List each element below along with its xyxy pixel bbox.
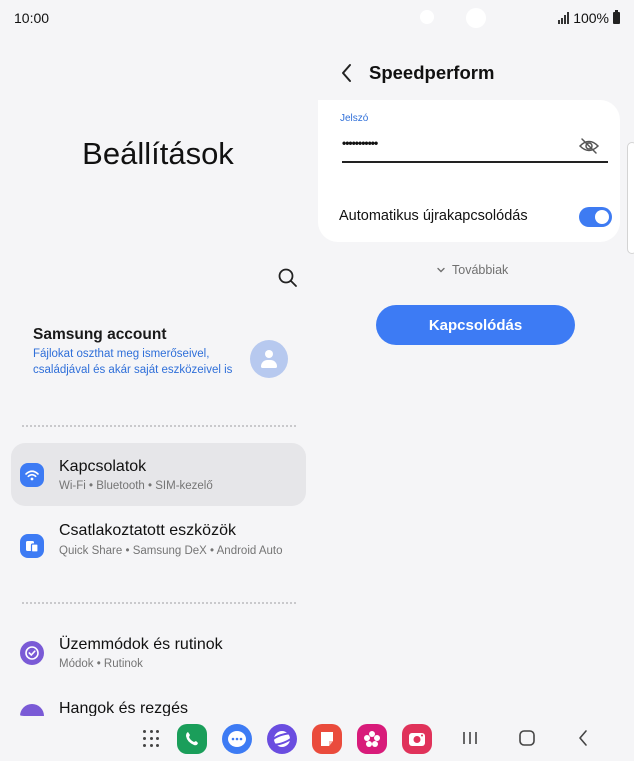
network-settings-card: Jelszó ••••••••••• Automatikus újrakapcs… (318, 100, 620, 242)
internet-icon[interactable] (267, 724, 297, 754)
account-name: Samsung account (33, 326, 167, 343)
camera-dot (420, 10, 434, 24)
item-title: Kapcsolatok (59, 458, 147, 475)
battery-icon (613, 10, 620, 24)
modes-icon (20, 641, 44, 665)
item-title: Hangok és rezgés (59, 700, 188, 716)
item-subtitle: Módok • Rutinok (59, 658, 143, 670)
auto-reconnect-label: Automatikus újrakapcsolódás (339, 208, 528, 224)
divider (22, 425, 296, 427)
back-nav-icon[interactable] (575, 728, 591, 748)
status-bar: 10:00 100% (0, 0, 634, 36)
notes-icon[interactable] (312, 724, 342, 754)
account-description: Fájlokat oszthat meg ismerőseivel, csalá… (33, 348, 233, 376)
phone-icon[interactable] (177, 724, 207, 754)
devices-icon (20, 534, 44, 558)
search-icon[interactable] (276, 266, 300, 290)
sound-icon (20, 704, 44, 716)
back-arrow-icon[interactable] (338, 62, 356, 84)
more-options-label: Továbbiak (452, 263, 509, 277)
recent-apps-icon[interactable] (461, 728, 479, 748)
password-label: Jelszó (340, 113, 369, 124)
samsung-account-item[interactable]: Samsung account Fájlokat oszthat meg ism… (12, 312, 306, 412)
eye-off-icon[interactable] (578, 136, 600, 156)
panel-drag-handle[interactable] (627, 142, 634, 254)
app-drawer-icon[interactable] (143, 730, 161, 748)
settings-panel: Beállítások Samsung account Fájlokat osz… (0, 36, 316, 716)
bixby-icon[interactable] (357, 724, 387, 754)
status-time: 10:00 (14, 10, 50, 26)
messages-icon[interactable] (222, 724, 252, 754)
connect-button[interactable]: Kapcsolódás (376, 305, 575, 345)
password-underline (342, 161, 608, 163)
wifi-detail-panel: Speedperform Jelszó ••••••••••• Automati… (318, 36, 634, 716)
avatar (250, 340, 288, 378)
status-indicators: 100% (558, 10, 620, 26)
settings-item-modes-routines[interactable]: Üzemmódok és rutinok Módok • Rutinok (11, 624, 306, 684)
item-subtitle: Wi-Fi • Bluetooth • SIM-kezelő (59, 480, 213, 492)
settings-item-connections[interactable]: Kapcsolatok Wi-Fi • Bluetooth • SIM-keze… (11, 443, 306, 506)
password-field[interactable]: ••••••••••• (342, 136, 378, 150)
battery-text: 100% (573, 10, 609, 26)
settings-item-sounds[interactable]: Hangok és rezgés (11, 690, 306, 716)
item-title: Üzemmódok és rutinok (59, 636, 223, 653)
camera-dot (466, 8, 486, 28)
divider (22, 602, 296, 604)
item-subtitle: Quick Share • Samsung DeX • Android Auto (59, 545, 283, 557)
more-options-button[interactable]: Továbbiak (436, 263, 508, 277)
home-icon[interactable] (517, 728, 537, 748)
signal-icon (558, 12, 570, 24)
page-title: Beállítások (82, 136, 234, 171)
chevron-down-icon (437, 267, 445, 273)
network-title: Speedperform (369, 62, 495, 83)
wifi-icon (20, 463, 44, 487)
auto-reconnect-toggle[interactable] (579, 207, 612, 227)
item-title: Csatlakoztatott eszközök (59, 522, 236, 539)
taskbar (0, 716, 634, 761)
camera-icon[interactable] (402, 724, 432, 754)
settings-item-connected-devices[interactable]: Csatlakoztatott eszközök Quick Share • S… (11, 510, 306, 586)
